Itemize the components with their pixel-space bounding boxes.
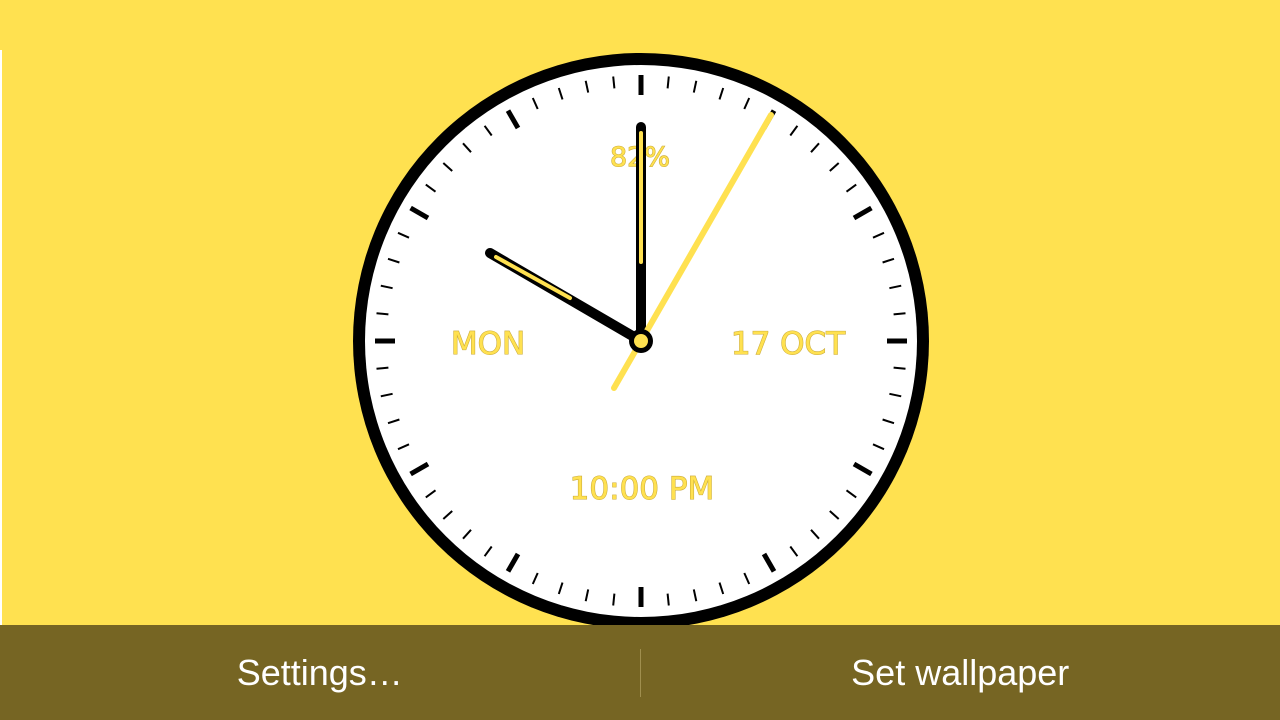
minute-tick bbox=[612, 593, 616, 606]
minute-tick bbox=[376, 312, 389, 316]
minute-tick bbox=[376, 366, 389, 370]
date-label: 17 OCT bbox=[731, 326, 846, 362]
analog-clock: 82% MON 17 OCT 10:00 PM bbox=[353, 53, 929, 625]
minute-tick bbox=[666, 593, 670, 606]
time-label: 10:00 PM bbox=[570, 471, 715, 507]
minute-tick bbox=[893, 366, 906, 370]
day-label: MON bbox=[451, 326, 525, 362]
minute-tick bbox=[612, 76, 616, 89]
settings-button[interactable]: Settings… bbox=[0, 625, 640, 720]
minute-tick bbox=[893, 312, 906, 316]
minute-tick bbox=[666, 76, 670, 89]
live-wallpaper-preview: 82% MON 17 OCT 10:00 PM Settings… Set wa… bbox=[0, 0, 1280, 720]
set-wallpaper-button[interactable]: Set wallpaper bbox=[641, 625, 1280, 720]
center-cap-inner bbox=[634, 334, 648, 348]
bottom-action-bar: Settings… Set wallpaper bbox=[0, 625, 1280, 720]
